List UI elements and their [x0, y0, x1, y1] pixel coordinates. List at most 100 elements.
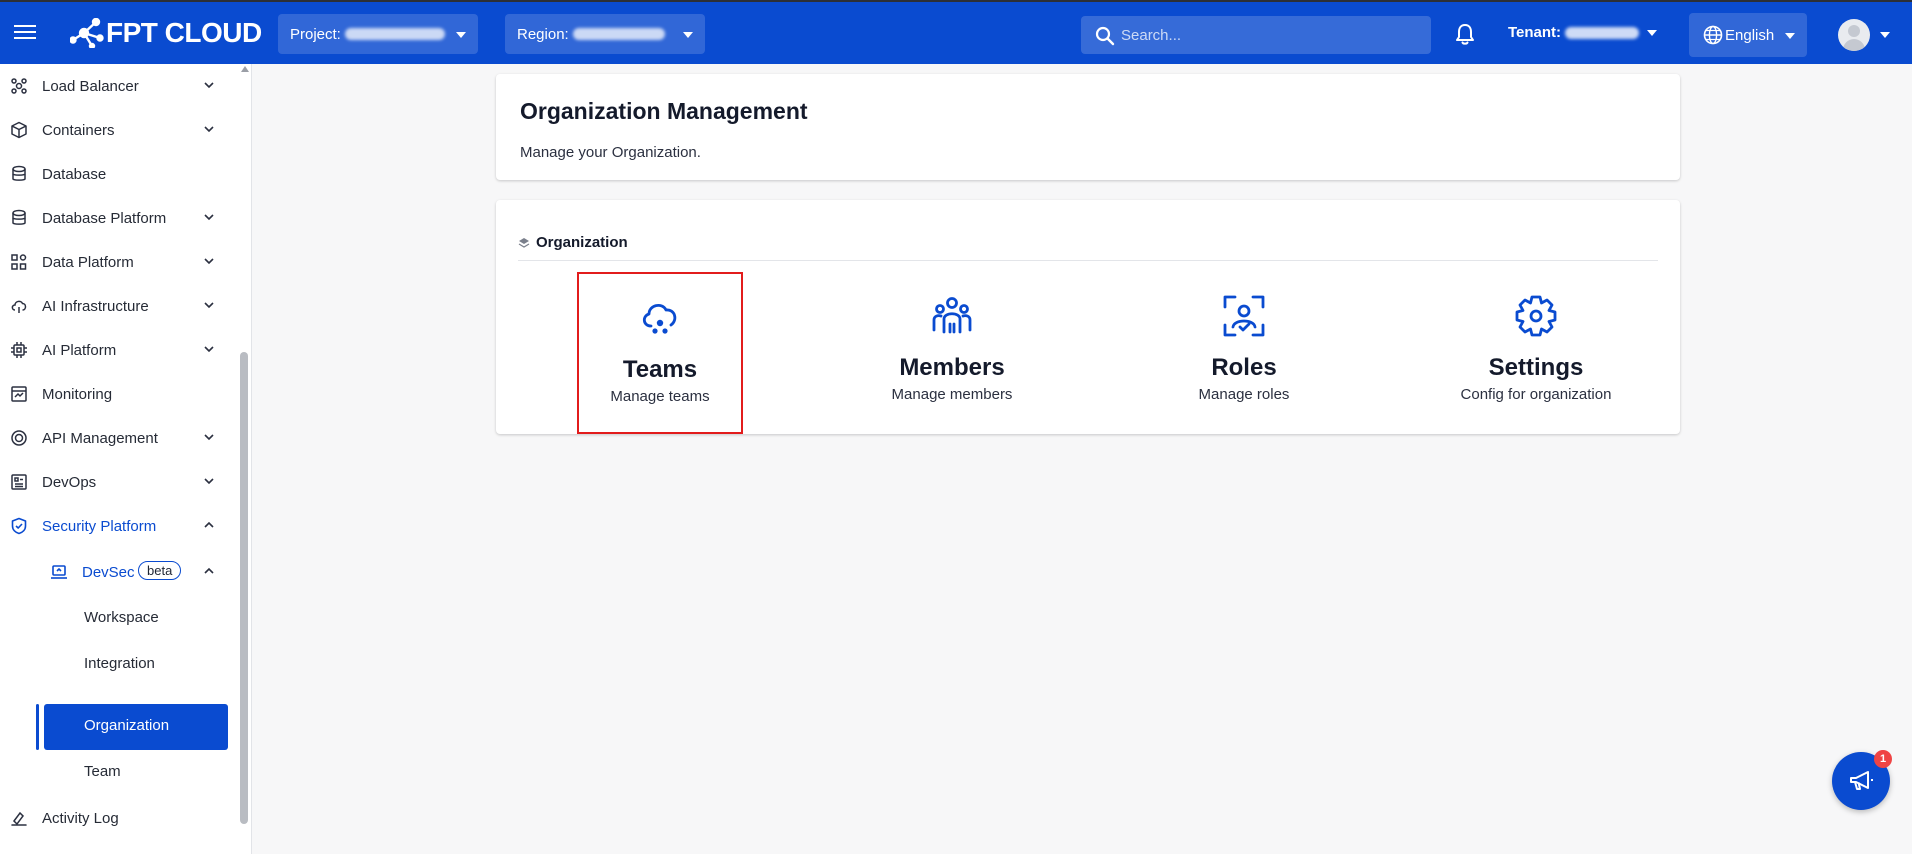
sidebar-item-label: API Management — [42, 429, 158, 447]
devsec-label: DevSec — [82, 563, 135, 581]
tile-subtitle: Manage roles — [1198, 386, 1290, 403]
cube-icon — [11, 121, 27, 139]
roles-tile[interactable]: Roles Manage roles — [1161, 272, 1327, 434]
chevron-down-icon — [204, 258, 214, 265]
scrollbar-thumb[interactable] — [240, 352, 248, 824]
brand-name: FPT CLOUD — [106, 17, 262, 48]
search-input[interactable] — [1121, 26, 1411, 44]
section-header: Organization — [518, 234, 628, 251]
tile-subtitle: Manage teams — [610, 388, 710, 405]
tenant-label: Tenant: — [1508, 24, 1562, 41]
chevron-down-icon — [204, 126, 214, 133]
sidebar-item-label: Team — [84, 763, 121, 780]
sidebar-item-devsec[interactable]: DevSec beta — [0, 550, 240, 594]
tile-title: Settings — [1488, 354, 1584, 381]
chevron-down-icon — [204, 82, 214, 89]
sidebar-item-security-platform[interactable]: Security Platform — [0, 504, 240, 548]
search-box[interactable] — [1081, 16, 1431, 54]
sidebar-item-label: Database — [42, 165, 107, 183]
members-tile[interactable]: Members Manage members — [869, 272, 1035, 434]
fpt-network-icon — [70, 18, 104, 48]
chevron-down-icon — [204, 302, 214, 309]
ai-infrastructure-icon — [11, 300, 27, 313]
load-balancer-icon — [11, 78, 27, 94]
tile-title: Teams — [622, 356, 698, 383]
sidebar-item-label: Integration — [84, 655, 155, 672]
data-platform-icon — [11, 254, 27, 270]
sidebar-item-api-management[interactable]: API Management — [0, 416, 240, 460]
language-selector[interactable]: English — [1689, 13, 1807, 57]
chevron-down-icon — [204, 434, 214, 441]
sidebar-item-label: Data Platform — [42, 253, 134, 271]
notification-count-badge: 1 — [1874, 750, 1892, 768]
search-icon — [1095, 26, 1115, 46]
sidebar-item-devops[interactable]: DevOps — [0, 460, 240, 504]
sidebar-item-database-platform[interactable]: Database Platform — [0, 196, 240, 240]
sidebar-item-label: Database Platform — [42, 209, 167, 227]
tile-subtitle: Config for organization — [1460, 386, 1612, 403]
sidebar-item-label: Containers — [42, 121, 115, 139]
api-icon — [11, 430, 27, 446]
page-title: Organization Management — [520, 98, 808, 124]
sidebar-item-label: Workspace — [84, 609, 159, 626]
chevron-up-icon — [204, 567, 214, 574]
sidebar-item-ai-platform[interactable]: AI Platform — [0, 328, 240, 372]
sidebar-item-containers[interactable]: Containers — [0, 108, 240, 152]
database-icon — [12, 165, 26, 181]
chevron-down-icon — [1785, 33, 1795, 39]
page-header-card: Organization Management Manage your Orga… — [496, 74, 1680, 180]
settings-tile[interactable]: Settings Config for organization — [1453, 272, 1619, 434]
sidebar-item-label: Security Platform — [42, 517, 157, 535]
sidebar-item-label: Activity Log — [42, 809, 119, 827]
chevron-down-icon — [204, 346, 214, 353]
project-value-redacted — [344, 28, 445, 40]
tile-title: Members — [899, 354, 1005, 381]
monitor-icon — [11, 386, 27, 402]
divider — [518, 260, 1658, 261]
shield-icon — [11, 517, 27, 535]
sidebar-item-label: AI Platform — [42, 341, 117, 359]
sidebar-item-activity-log[interactable]: Activity Log — [0, 796, 240, 840]
bell-icon[interactable] — [1454, 22, 1476, 46]
sidebar-item-data-platform[interactable]: Data Platform — [0, 240, 240, 284]
activity-log-icon — [11, 811, 27, 826]
sidebar-item-integration[interactable]: Integration — [0, 642, 240, 686]
avatar[interactable] — [1838, 19, 1870, 51]
sidebar-item-ai-infrastructure[interactable]: AI Infrastructure — [0, 284, 240, 328]
sidebar-item-label: DevOps — [42, 473, 97, 491]
announcements-button[interactable]: 1 — [1832, 750, 1892, 810]
tile-title: Roles — [1211, 354, 1277, 381]
sidebar: Load Balancer Containers Database Databa… — [0, 64, 252, 854]
settings-gear-icon — [1515, 295, 1557, 337]
sidebar-scrollbar[interactable] — [238, 64, 250, 854]
sidebar-item-workspace[interactable]: Workspace — [0, 596, 240, 640]
sidebar-item-label: Monitoring — [42, 385, 113, 403]
members-icon — [932, 297, 972, 334]
teams-tile[interactable]: Teams Manage teams — [577, 272, 743, 434]
tenant-selector[interactable]: Tenant: — [1508, 24, 1658, 41]
sidebar-item-load-balancer[interactable]: Load Balancer — [0, 64, 240, 108]
chevron-down-icon — [683, 32, 693, 38]
chevron-down-icon[interactable] — [1880, 32, 1890, 38]
devops-icon — [11, 474, 27, 490]
globe-icon — [1703, 25, 1723, 45]
roles-icon — [1223, 295, 1265, 337]
sidebar-item-label: Load Balancer — [42, 77, 139, 95]
sidebar-item-team[interactable]: Team — [0, 750, 240, 794]
sidebar-item-organization[interactable]: Organization — [0, 704, 240, 750]
region-selector[interactable]: Region: — [505, 14, 705, 54]
menu-icon[interactable] — [14, 22, 36, 42]
section-title: Organization — [536, 234, 628, 251]
sidebar-item-monitoring[interactable]: Monitoring — [0, 372, 240, 416]
database-platform-icon — [12, 209, 26, 225]
sidebar-item-database[interactable]: Database — [0, 152, 240, 196]
megaphone-icon — [1850, 771, 1873, 790]
brand-logo[interactable]: FPT CLOUD — [70, 16, 262, 50]
region-label: Region: — [517, 25, 569, 43]
scroll-up-arrow-icon[interactable] — [241, 66, 249, 72]
teams-cloud-icon — [642, 303, 677, 334]
tenant-value-redacted — [1565, 26, 1640, 39]
chevron-up-icon — [204, 521, 214, 528]
project-selector[interactable]: Project: — [278, 14, 478, 54]
devsec-icon — [51, 565, 67, 579]
